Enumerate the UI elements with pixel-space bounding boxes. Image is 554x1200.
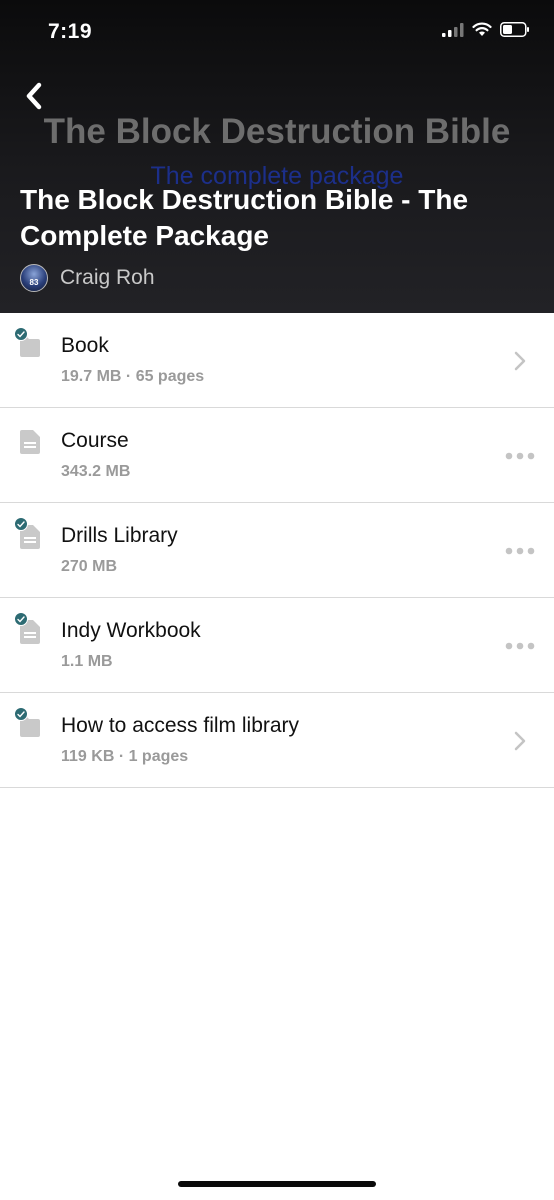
author[interactable]: 83 Craig Roh — [20, 264, 155, 292]
page-title: The Block Destruction Bible - The Comple… — [20, 184, 469, 251]
file-name: Course — [61, 429, 129, 452]
status-icons — [442, 22, 530, 37]
chevron-right-icon — [514, 351, 526, 371]
file-meta: 1.1 MB — [61, 653, 113, 670]
file-name: Book — [61, 334, 109, 357]
file-row-book[interactable]: Book 19.7 MB · 65 pages — [0, 313, 554, 408]
file-row-film-library[interactable]: How to access film library 119 KB · 1 pa… — [0, 693, 554, 788]
downloaded-check-icon — [14, 327, 28, 341]
file-row-drills-library[interactable]: Drills Library 270 MB — [0, 503, 554, 598]
more-icon — [505, 547, 535, 555]
cover-art-title: The Block Destruction Bible — [43, 112, 511, 151]
cellular-signal-icon — [442, 22, 464, 37]
status-time: 7:19 — [48, 20, 93, 43]
more-icon — [505, 452, 535, 460]
file-meta: 343.2 MB — [61, 463, 131, 480]
avatar: 83 — [20, 264, 48, 292]
more-icon — [505, 642, 535, 650]
document-icon — [20, 430, 40, 454]
file-list: Book 19.7 MB · 65 pages Course 343.2 MB — [0, 313, 554, 788]
wifi-icon — [472, 22, 492, 36]
file-name: Drills Library — [61, 524, 178, 547]
file-name: How to access film library — [61, 714, 300, 737]
downloaded-check-icon — [14, 612, 28, 626]
downloaded-check-icon — [14, 707, 28, 721]
file-name: Indy Workbook — [61, 619, 201, 642]
avatar-jersey-number: 83 — [29, 278, 39, 287]
chevron-left-icon — [26, 82, 42, 110]
file-meta: 119 KB · 1 pages — [61, 748, 189, 765]
more-options-button[interactable] — [500, 436, 540, 476]
file-row-course[interactable]: Course 343.2 MB — [0, 408, 554, 503]
battery-icon — [500, 22, 529, 37]
more-options-button[interactable] — [500, 626, 540, 666]
file-meta: 270 MB — [61, 558, 118, 575]
file-row-indy-workbook[interactable]: Indy Workbook 1.1 MB — [0, 598, 554, 693]
status-bar: 7:19 — [0, 0, 554, 66]
open-button[interactable] — [500, 341, 540, 381]
open-button[interactable] — [500, 721, 540, 761]
header: 7:19 The Block Destruction Bible The com… — [0, 0, 554, 313]
more-options-button[interactable] — [500, 531, 540, 571]
downloaded-check-icon — [14, 517, 28, 531]
file-meta: 19.7 MB · 65 pages — [61, 368, 205, 385]
author-name: Craig Roh — [60, 266, 155, 289]
chevron-right-icon — [514, 731, 526, 751]
home-indicator[interactable] — [178, 1181, 376, 1187]
